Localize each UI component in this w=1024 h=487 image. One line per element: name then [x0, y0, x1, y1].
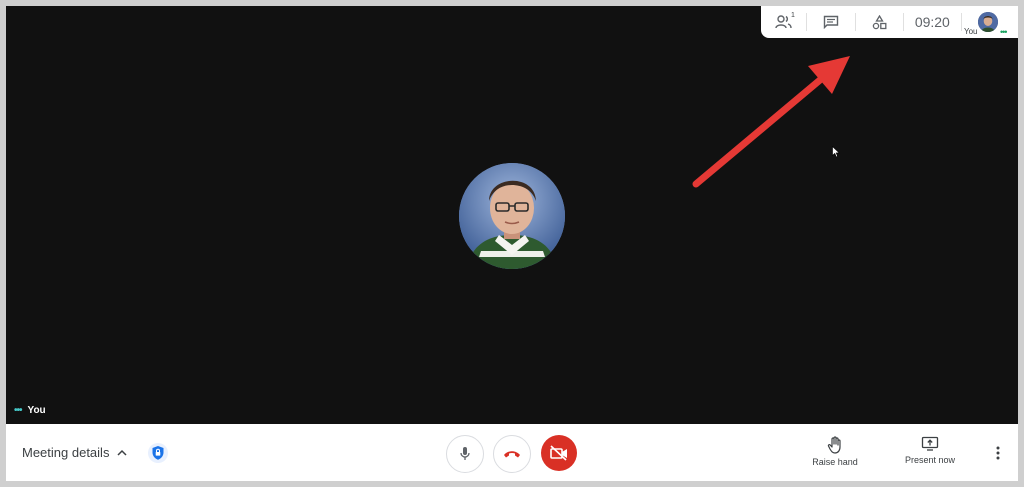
meeting-details-button[interactable]: Meeting details	[22, 445, 127, 460]
raise-hand-label: Raise hand	[812, 457, 858, 467]
self-avatar	[978, 12, 998, 32]
audio-indicator-dots: •••	[14, 405, 22, 416]
self-label: You	[964, 27, 978, 36]
participant-avatar	[459, 163, 565, 269]
audio-indicator-dots: •••	[1000, 27, 1008, 37]
participant-name-tag: ••• You	[14, 405, 46, 416]
people-icon	[774, 15, 792, 29]
camera-off-icon	[550, 445, 567, 461]
microphone-button[interactable]	[446, 435, 484, 473]
mouse-cursor-icon	[832, 146, 840, 158]
chat-button[interactable]	[807, 6, 854, 38]
annotation-arrow	[692, 56, 850, 188]
microphone-icon	[460, 447, 470, 460]
hang-up-icon	[504, 451, 520, 458]
chevron-up-icon	[117, 449, 127, 456]
present-now-button[interactable]: Present now	[902, 436, 958, 465]
meeting-details-label: Meeting details	[22, 445, 110, 460]
present-screen-icon	[921, 436, 939, 451]
raise-hand-icon	[827, 436, 841, 454]
people-count-badge: 1	[791, 12, 795, 19]
more-options-button[interactable]	[990, 445, 1006, 461]
security-shield-icon[interactable]	[148, 443, 168, 463]
raise-hand-button[interactable]: Raise hand	[810, 436, 860, 467]
participant-name: You	[27, 405, 46, 416]
meeting-clock: 09:20	[914, 14, 950, 30]
camera-off-button[interactable]	[541, 435, 577, 471]
present-now-label: Present now	[904, 455, 956, 465]
activities-icon	[872, 14, 887, 29]
more-vert-icon	[996, 446, 1000, 460]
people-button[interactable]: 1	[761, 6, 806, 38]
chat-icon	[823, 15, 839, 29]
hang-up-button[interactable]	[493, 435, 531, 473]
top-right-panel: 1 09:20 You •••	[761, 6, 1018, 38]
activities-button[interactable]	[856, 6, 903, 38]
